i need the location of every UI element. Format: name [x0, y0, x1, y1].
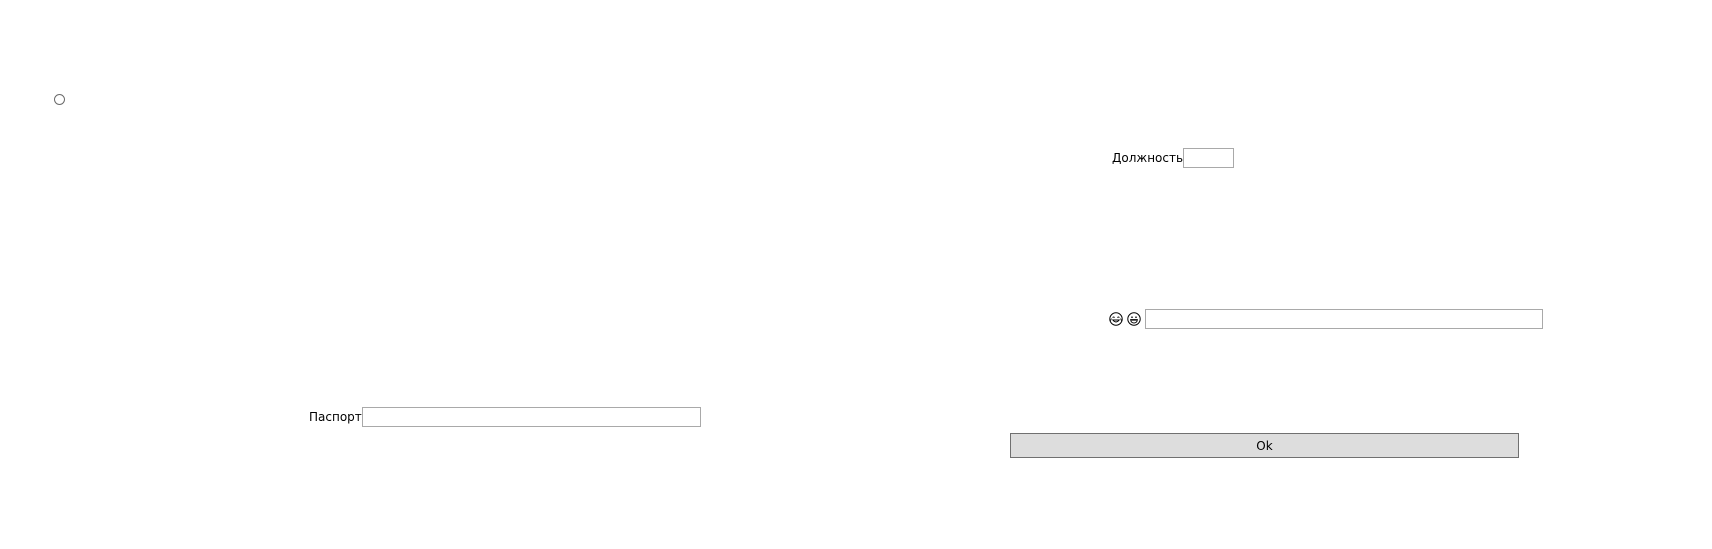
- emoji-field-group: [1109, 309, 1543, 329]
- passport-field-group: Паспорт: [309, 407, 701, 427]
- emoji-input[interactable]: [1145, 309, 1543, 329]
- ok-button[interactable]: Ok: [1010, 433, 1519, 458]
- passport-label: Паспорт: [309, 410, 362, 424]
- form-window: Должность Паспорт Ok: [0, 0, 1712, 549]
- position-field-group: Должность: [1112, 148, 1235, 168]
- passport-input[interactable]: [361, 407, 701, 427]
- option-radio[interactable]: [54, 94, 65, 105]
- grinning-face-icon: [1127, 312, 1141, 326]
- position-label: Должность: [1112, 151, 1184, 165]
- crying-laughing-face-icon: [1109, 312, 1123, 326]
- position-input[interactable]: [1183, 148, 1235, 168]
